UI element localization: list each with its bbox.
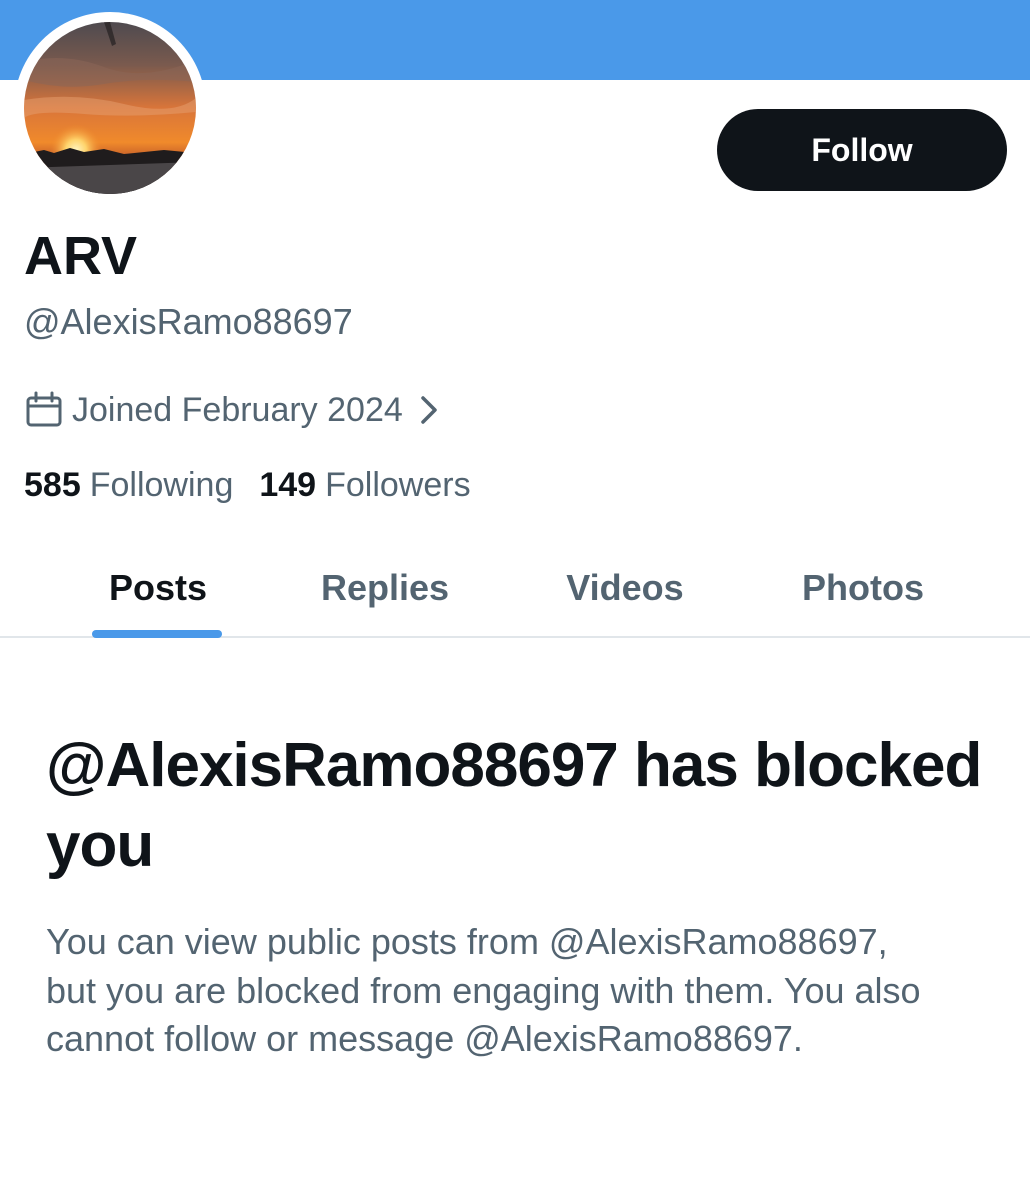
blocked-message: You can view public posts from @AlexisRa… xyxy=(46,921,921,1059)
follow-stats: 585 Following 149 Followers xyxy=(24,462,497,508)
joined-date-row[interactable]: Joined February 2024 xyxy=(24,386,443,434)
following-stat[interactable]: 585 Following xyxy=(24,466,233,505)
tab-posts[interactable]: Posts xyxy=(60,540,256,636)
chevron-right-icon xyxy=(415,394,443,426)
follow-button[interactable]: Follow xyxy=(717,109,1007,191)
joined-date-text: Joined February 2024 xyxy=(72,390,403,429)
active-tab-indicator xyxy=(92,630,222,638)
profile-tabs: Posts Replies Videos Photos xyxy=(0,540,1030,638)
profile-page: Follow ARV @AlexisRamo88697 Joined Febru… xyxy=(0,0,1030,1200)
followers-stat[interactable]: 149 Followers xyxy=(259,466,470,505)
sunset-photo-icon xyxy=(24,22,196,194)
tab-replies[interactable]: Replies xyxy=(290,540,480,636)
profile-handle: @AlexisRamo88697 xyxy=(24,301,353,342)
following-label: Following xyxy=(89,465,234,504)
calendar-icon xyxy=(24,390,64,430)
tab-photos[interactable]: Photos xyxy=(766,540,960,636)
display-name: ARV xyxy=(24,226,138,286)
followers-count: 149 xyxy=(259,465,317,504)
avatar[interactable] xyxy=(24,22,196,194)
blocked-title: @AlexisRamo88697 has blocked you xyxy=(46,731,982,880)
tab-videos[interactable]: Videos xyxy=(530,540,720,636)
following-count: 585 xyxy=(24,465,81,504)
followers-label: Followers xyxy=(325,465,471,504)
avatar-frame xyxy=(14,12,206,204)
